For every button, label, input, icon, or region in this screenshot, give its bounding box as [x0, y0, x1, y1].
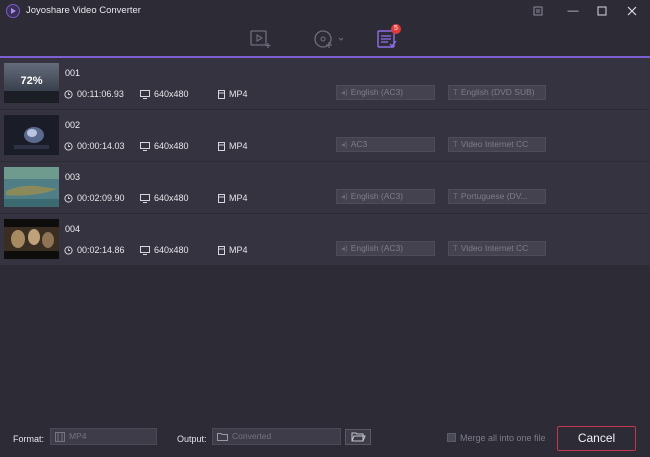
- duration: 00:02:09.90: [64, 193, 125, 203]
- app-logo-icon: [6, 4, 20, 18]
- file-icon: [218, 141, 225, 151]
- audio-track-select[interactable]: ◂) AC3: [336, 137, 435, 152]
- footer-bar: Format: MP4 Output: Converted Merge all …: [0, 414, 650, 457]
- file-format: MP4: [218, 193, 248, 203]
- file-name: 003: [65, 172, 81, 182]
- file-format: MP4: [218, 245, 248, 255]
- subtitle-icon: T: [453, 88, 458, 97]
- resolution: 640x480: [140, 141, 189, 151]
- video-thumbnail: [4, 115, 59, 155]
- close-button[interactable]: [624, 3, 640, 19]
- audio-icon: ◂): [341, 192, 348, 201]
- audio-icon: ◂): [341, 244, 348, 253]
- subtitle-icon: T: [453, 244, 458, 253]
- monitor-icon: [140, 89, 150, 99]
- video-thumbnail: 72%: [4, 63, 59, 103]
- file-row[interactable]: 72% 001 00:11:06.93 640x480 MP4 ◂) Englis…: [0, 58, 650, 110]
- conversion-progress-label: 72%: [20, 75, 43, 87]
- resolution: 640x480: [140, 245, 189, 255]
- file-icon: [218, 193, 225, 203]
- clock-icon: [64, 245, 73, 255]
- subtitle-icon: T: [453, 140, 458, 149]
- file-icon: [218, 245, 225, 255]
- audio-track-select[interactable]: ◂) English (AC3): [336, 189, 435, 204]
- output-path-field[interactable]: Converted: [212, 428, 341, 445]
- duration: 00:00:14.03: [64, 141, 125, 151]
- subtitle-select[interactable]: T Portuguese (DV...: [448, 189, 546, 204]
- list-count-badge: 5: [391, 24, 401, 34]
- video-thumbnail: [4, 167, 59, 207]
- file-row[interactable]: 002 00:00:14.03 640x480 MP4 ◂) AC3 T Video…: [0, 110, 650, 162]
- browse-folder-button[interactable]: [345, 429, 371, 445]
- minimize-button[interactable]: —: [565, 3, 581, 19]
- title-bar: Joyoshare Video Converter —: [0, 0, 650, 22]
- menu-icon[interactable]: [530, 3, 546, 19]
- duration: 00:02:14.86: [64, 245, 125, 255]
- maximize-button[interactable]: [594, 3, 610, 19]
- file-format: MP4: [218, 141, 248, 151]
- app-title: Joyoshare Video Converter: [26, 5, 141, 16]
- audio-track-select[interactable]: ◂) English (AC3): [336, 85, 435, 100]
- clock-icon: [64, 141, 73, 151]
- subtitle-select[interactable]: T English (DVD SUB): [448, 85, 546, 100]
- main-toolbar: [0, 22, 650, 56]
- format-select[interactable]: MP4: [50, 428, 157, 445]
- add-dvd-icon[interactable]: [313, 29, 345, 49]
- resolution: 640x480: [140, 193, 189, 203]
- file-name: 002: [65, 120, 81, 130]
- audio-icon: ◂): [341, 140, 348, 149]
- open-folder-icon: [351, 432, 366, 442]
- monitor-icon: [140, 245, 150, 255]
- output-label: Output:: [177, 434, 207, 444]
- duration: 00:11:06.93: [64, 89, 124, 99]
- add-video-icon[interactable]: [250, 29, 272, 49]
- merge-label: Merge all into one file: [460, 433, 546, 443]
- resolution: 640x480: [140, 89, 189, 99]
- video-thumbnail: [4, 219, 59, 259]
- subtitle-icon: T: [453, 192, 458, 201]
- monitor-icon: [140, 193, 150, 203]
- folder-icon: [217, 433, 228, 441]
- subtitle-select[interactable]: T Video Internet CC: [448, 241, 546, 256]
- film-icon: [55, 431, 65, 442]
- file-name: 004: [65, 224, 81, 234]
- clock-icon: [64, 89, 73, 99]
- monitor-icon: [140, 141, 150, 151]
- clock-icon: [64, 193, 73, 203]
- file-name: 001: [65, 68, 81, 78]
- audio-track-select[interactable]: ◂) English (AC3): [336, 241, 435, 256]
- audio-icon: ◂): [341, 88, 348, 97]
- file-icon: [218, 89, 225, 99]
- format-label: Format:: [13, 434, 45, 444]
- merge-checkbox[interactable]: [447, 433, 456, 442]
- file-list: 72% 001 00:11:06.93 640x480 MP4 ◂) Englis…: [0, 58, 650, 266]
- file-row[interactable]: 003 00:02:09.90 640x480 MP4 ◂) English (A…: [0, 162, 650, 214]
- file-format: MP4: [218, 89, 248, 99]
- cancel-button[interactable]: Cancel: [557, 426, 636, 451]
- subtitle-select[interactable]: T Video Internet CC: [448, 137, 546, 152]
- file-row[interactable]: 004 00:02:14.86 640x480 MP4 ◂) English (A…: [0, 214, 650, 266]
